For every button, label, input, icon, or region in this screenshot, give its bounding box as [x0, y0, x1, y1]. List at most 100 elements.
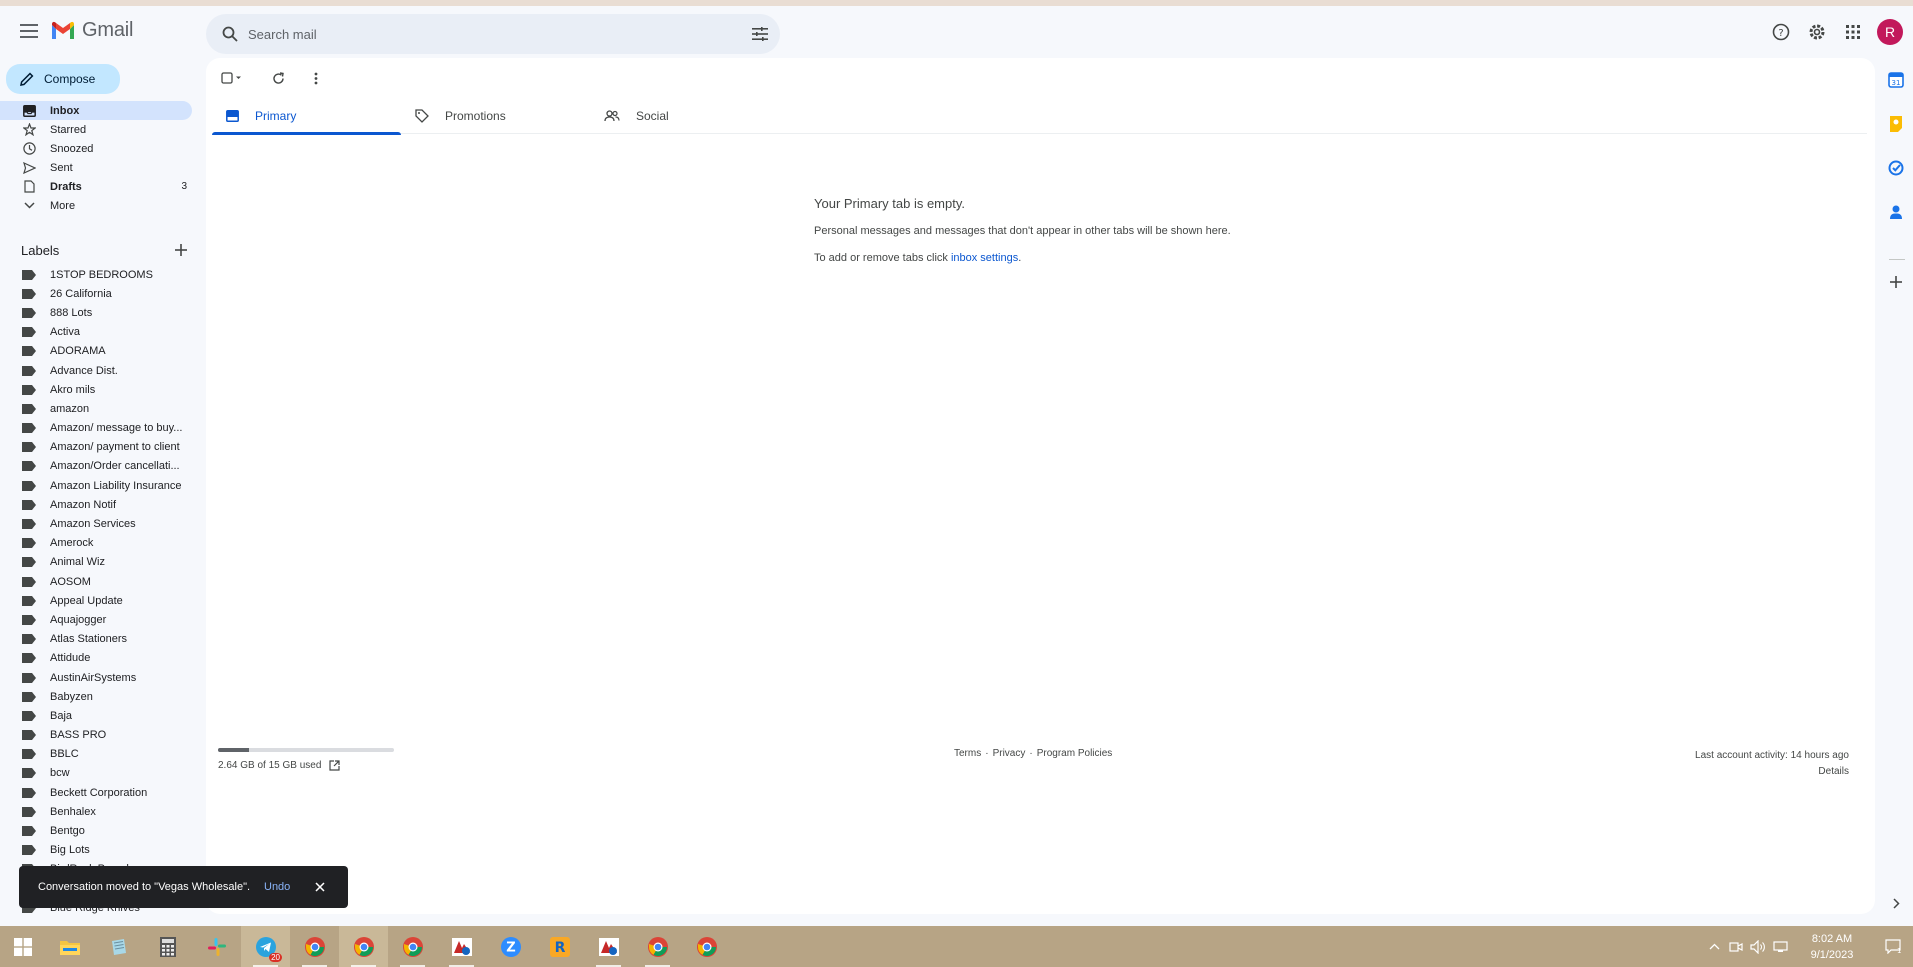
- action-center-button[interactable]: 1: [1873, 926, 1913, 967]
- taskbar-chrome-4[interactable]: [633, 926, 682, 967]
- system-clock[interactable]: 8:02 AM 9/1/2023: [1795, 931, 1869, 963]
- program-policies-link[interactable]: Program Policies: [1037, 748, 1113, 759]
- search-input[interactable]: [248, 26, 740, 42]
- main-menu-button[interactable]: [14, 16, 44, 46]
- tab-social[interactable]: Social: [590, 98, 779, 134]
- sidebar-label-item[interactable]: Amazon Notif: [0, 495, 200, 514]
- tasks-app-button[interactable]: [1886, 158, 1906, 178]
- calendar-app-button[interactable]: 31: [1886, 70, 1906, 90]
- create-label-button[interactable]: [171, 240, 191, 260]
- taskbar-calculator[interactable]: [143, 926, 192, 967]
- sidebar-label-item[interactable]: amazon: [0, 399, 200, 418]
- taskbar-chrome-2[interactable]: [339, 926, 388, 967]
- sidebar-label-item[interactable]: Attidude: [0, 649, 200, 668]
- gmail-logo[interactable]: Gmail: [50, 19, 133, 42]
- label-name: Amazon/Order cancellati...: [50, 460, 180, 473]
- contacts-app-button[interactable]: [1886, 202, 1906, 222]
- taskbar-chrome-5[interactable]: [682, 926, 731, 967]
- start-button[interactable]: [0, 926, 45, 967]
- sidebar-label-item[interactable]: Atlas Stationers: [0, 630, 200, 649]
- compose-button[interactable]: Compose: [6, 64, 120, 94]
- label-name: Amazon/ message to buy...: [50, 422, 183, 435]
- compose-label: Compose: [44, 72, 96, 86]
- dismiss-snackbar-button[interactable]: [308, 875, 332, 899]
- empty-title: Your Primary tab is empty.: [814, 196, 965, 211]
- label-name: Babyzen: [50, 690, 93, 703]
- sidebar-label-item[interactable]: Amerock: [0, 534, 200, 553]
- taskbar-slack[interactable]: [192, 926, 241, 967]
- manage-storage-link[interactable]: [329, 760, 341, 771]
- sidebar-label-item[interactable]: Big Lots: [0, 841, 200, 860]
- google-apps-button[interactable]: [1835, 14, 1871, 50]
- taskbar-app-r[interactable]: R: [535, 926, 584, 967]
- sidebar-label-item[interactable]: 1STOP BEDROOMS: [0, 265, 200, 284]
- label-icon: [22, 768, 36, 779]
- sidebar-label-item[interactable]: Amazon/Order cancellati...: [0, 457, 200, 476]
- settings-button[interactable]: [1799, 14, 1835, 50]
- taskbar-notepad[interactable]: [94, 926, 143, 967]
- activity-details-link[interactable]: Details: [1695, 764, 1849, 780]
- show-hidden-icons-button[interactable]: [1703, 926, 1725, 967]
- sidebar-label-item[interactable]: Advance Dist.: [0, 361, 200, 380]
- sidebar-label-item[interactable]: Appeal Update: [0, 591, 200, 610]
- sidebar-label-item[interactable]: AustinAirSystems: [0, 668, 200, 687]
- sidebar-label-item[interactable]: ADORAMA: [0, 342, 200, 361]
- hide-side-panel-button[interactable]: [1886, 893, 1906, 913]
- search-button[interactable]: [212, 26, 248, 42]
- taskbar-app-blue-1[interactable]: [437, 926, 486, 967]
- gmail-logo-text: Gmail: [82, 19, 134, 41]
- top-header: Gmail ? R: [0, 6, 1913, 58]
- taskbar-chrome-3[interactable]: [388, 926, 437, 967]
- sidebar-item-sent[interactable]: Sent: [0, 158, 192, 177]
- sidebar-label-item[interactable]: Bentgo: [0, 821, 200, 840]
- select-all-checkbox[interactable]: [218, 66, 246, 90]
- refresh-button[interactable]: [264, 66, 292, 90]
- taskbar-file-explorer[interactable]: [45, 926, 94, 967]
- get-addons-button[interactable]: [1886, 272, 1906, 292]
- search-options-button[interactable]: [740, 27, 780, 41]
- sidebar-label-item[interactable]: BASS PRO: [0, 726, 200, 745]
- sidebar-item-more[interactable]: More: [0, 196, 192, 215]
- sidebar-label-item[interactable]: Activa: [0, 323, 200, 342]
- sidebar-label-item[interactable]: Aquajogger: [0, 610, 200, 629]
- sidebar-label-item[interactable]: Animal Wiz: [0, 553, 200, 572]
- taskbar-telegram[interactable]: 20: [241, 926, 290, 967]
- sidebar-label-item[interactable]: bcw: [0, 764, 200, 783]
- sidebar-label-item[interactable]: Akro mils: [0, 380, 200, 399]
- sidebar-label-item[interactable]: Amazon/ payment to client: [0, 438, 200, 457]
- sidebar-label-item[interactable]: Amazon Services: [0, 514, 200, 533]
- sidebar-label-item[interactable]: Babyzen: [0, 687, 200, 706]
- network-button[interactable]: [1769, 926, 1791, 967]
- volume-button[interactable]: [1747, 926, 1769, 967]
- tab-primary[interactable]: Primary: [212, 98, 401, 135]
- sidebar-label-item[interactable]: Beckett Corporation: [0, 783, 200, 802]
- meet-now-button[interactable]: [1725, 926, 1747, 967]
- tab-label: Primary: [255, 109, 297, 123]
- support-button[interactable]: ?: [1763, 14, 1799, 50]
- keep-app-button[interactable]: [1886, 114, 1906, 134]
- taskbar-chrome-1[interactable]: [290, 926, 339, 967]
- inbox-settings-link[interactable]: inbox settings: [951, 252, 1018, 264]
- sidebar-label-item[interactable]: 26 California: [0, 284, 200, 303]
- account-avatar[interactable]: R: [1877, 19, 1903, 45]
- label-name: AustinAirSystems: [50, 671, 137, 684]
- undo-button[interactable]: Undo: [264, 881, 304, 893]
- sidebar-label-item[interactable]: AOSOM: [0, 572, 200, 591]
- sidebar-label-item[interactable]: Benhalex: [0, 802, 200, 821]
- sidebar-label-item[interactable]: Baja: [0, 706, 200, 725]
- tab-promotions[interactable]: Promotions: [401, 98, 590, 134]
- taskbar-zoom[interactable]: Z: [486, 926, 535, 967]
- label-icon: [22, 710, 36, 721]
- sidebar-label-item[interactable]: Amazon/ message to buy...: [0, 419, 200, 438]
- sidebar-item-snoozed[interactable]: Snoozed: [0, 139, 192, 158]
- sidebar-item-starred[interactable]: Starred: [0, 120, 192, 139]
- sidebar-item-drafts[interactable]: Drafts 3: [0, 177, 192, 196]
- sidebar-label-item[interactable]: BBLC: [0, 745, 200, 764]
- more-actions-button[interactable]: [304, 66, 328, 90]
- sidebar-label-item[interactable]: 888 Lots: [0, 303, 200, 322]
- terms-link[interactable]: Terms: [954, 748, 981, 759]
- sidebar-item-inbox[interactable]: Inbox: [0, 101, 192, 120]
- sidebar-label-item[interactable]: Amazon Liability Insurance: [0, 476, 200, 495]
- taskbar-app-blue-2[interactable]: [584, 926, 633, 967]
- privacy-link[interactable]: Privacy: [993, 748, 1026, 759]
